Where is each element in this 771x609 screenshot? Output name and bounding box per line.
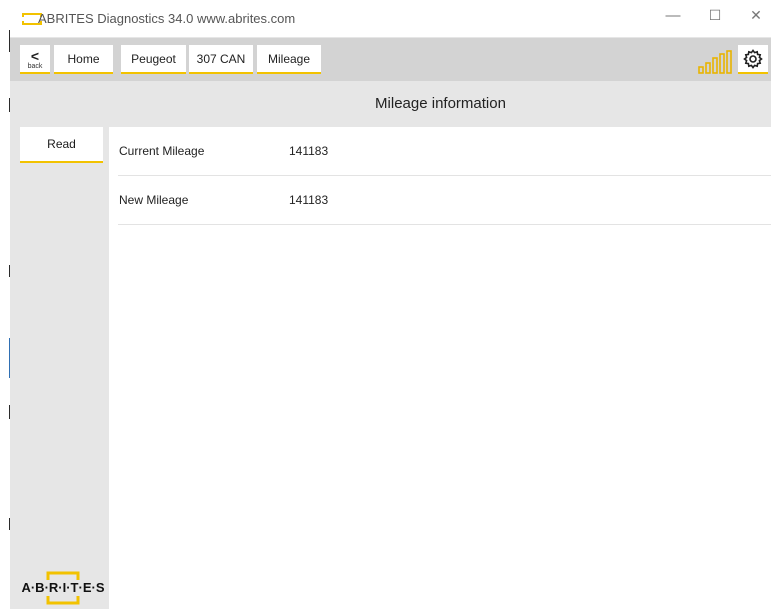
content-header: Mileage information: [10, 81, 771, 127]
minimize-button[interactable]: —: [658, 7, 688, 24]
back-button[interactable]: < back: [20, 45, 50, 74]
sidebar: Read A·B·R·I·T·E·S: [10, 127, 109, 609]
breadcrumb-mileage[interactable]: Mileage: [257, 45, 321, 74]
breadcrumb-307-can[interactable]: 307 CAN: [189, 45, 253, 74]
app-window: ABRITES Diagnostics 34.0 www.abrites.com…: [10, 0, 771, 609]
current-mileage-value: 141183: [289, 144, 329, 158]
window-title: ABRITES Diagnostics 34.0 www.abrites.com: [38, 11, 296, 26]
close-button[interactable]: ✕: [741, 7, 771, 24]
maximize-button[interactable]: ☐: [700, 7, 730, 24]
read-button[interactable]: Read: [20, 127, 103, 163]
gear-icon: [743, 48, 763, 69]
signal-strength-icon: [698, 50, 732, 74]
logo-text: A·B·R·I·T·E·S: [21, 580, 104, 595]
back-button-label: back: [27, 63, 43, 70]
mileage-row-new: New Mileage 141183: [118, 176, 771, 225]
page-title: Mileage information: [375, 95, 506, 112]
settings-button[interactable]: [738, 45, 768, 74]
new-mileage-value: 141183: [289, 193, 329, 207]
title-bar[interactable]: ABRITES Diagnostics 34.0 www.abrites.com…: [10, 0, 771, 38]
current-mileage-label: Current Mileage: [119, 144, 205, 158]
navigation-toolbar: < back Home Peugeot 307 CAN Mileage: [10, 38, 771, 81]
abrites-logo: A·B·R·I·T·E·S: [21, 571, 105, 605]
breadcrumb-peugeot[interactable]: Peugeot: [121, 45, 186, 74]
new-mileage-label: New Mileage: [119, 193, 189, 207]
breadcrumb-home[interactable]: Home: [54, 45, 113, 74]
back-chevron-icon: <: [30, 48, 40, 64]
mileage-row-current: Current Mileage 141183: [118, 127, 771, 176]
desktop-edge: [0, 0, 11, 609]
